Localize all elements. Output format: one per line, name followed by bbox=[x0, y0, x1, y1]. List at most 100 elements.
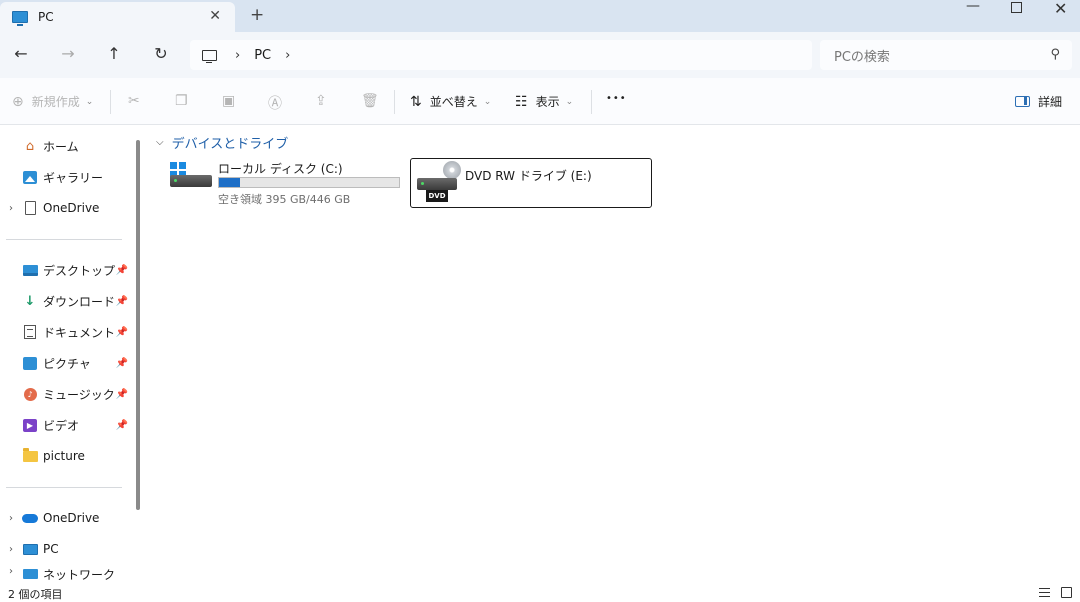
up-button[interactable]: ↑ bbox=[104, 44, 124, 63]
drive-e-tile[interactable]: DVD DVD RW ドライブ (E:) bbox=[410, 158, 652, 208]
view-label: 表示 bbox=[535, 95, 560, 109]
sidebar-item-label: デスクトップ bbox=[43, 263, 116, 278]
divider bbox=[6, 239, 122, 240]
details-pane-icon bbox=[1015, 96, 1030, 107]
chevron-down-icon: ⌄ bbox=[85, 96, 94, 107]
new-button[interactable]: ⊕ 新規作成 ⌄ bbox=[12, 93, 93, 110]
sort-button[interactable]: ⇅ 並べ替え ⌄ bbox=[410, 93, 491, 110]
refresh-button[interactable]: ↻ bbox=[151, 44, 171, 63]
close-tab-icon[interactable]: ✕ bbox=[209, 8, 221, 24]
drive-c-tile[interactable]: ローカル ディスク (C:) 空き領域 395 GB/446 GB bbox=[166, 158, 404, 208]
status-bar: 2 個の項目 bbox=[0, 583, 1080, 602]
view-icon: ☷ bbox=[515, 93, 528, 110]
sidebar-item-label: picture bbox=[43, 449, 85, 463]
cut-icon[interactable]: ✂ bbox=[128, 93, 140, 109]
sidebar-item-downloads[interactable]: ↓ ダウンロード 📌 bbox=[0, 289, 136, 313]
divider bbox=[394, 90, 395, 114]
onedrive-file-icon bbox=[24, 201, 36, 215]
chevron-right-icon[interactable]: › bbox=[0, 566, 22, 577]
sidebar-item-onedrive[interactable]: › OneDrive bbox=[0, 506, 136, 530]
sidebar-item-label: ギャラリー bbox=[43, 170, 104, 185]
network-icon bbox=[22, 569, 38, 579]
forward-button[interactable]: → bbox=[58, 44, 78, 63]
music-icon: ♪ bbox=[23, 387, 37, 401]
tab-pc[interactable]: PC ✕ bbox=[0, 2, 235, 32]
drive-name: DVD RW ドライブ (E:) bbox=[465, 169, 592, 183]
sidebar-item-home[interactable]: ⌂ ホーム bbox=[0, 134, 136, 158]
sidebar-item-onedrive-personal[interactable]: › OneDrive bbox=[0, 196, 136, 220]
video-icon: ▶ bbox=[23, 418, 37, 432]
sidebar-item-gallery[interactable]: ギャラリー bbox=[0, 165, 136, 189]
back-button[interactable]: ← bbox=[11, 44, 31, 63]
minimize-button[interactable]: — bbox=[966, 0, 980, 14]
sidebar-item-videos[interactable]: ▶ ビデオ 📌 bbox=[0, 413, 136, 437]
sidebar-item-pictures[interactable]: ピクチャ 📌 bbox=[0, 351, 136, 375]
monitor-icon bbox=[202, 49, 217, 63]
view-button[interactable]: ☷ 表示 ⌄ bbox=[515, 93, 573, 110]
plus-circle-icon: ⊕ bbox=[12, 93, 24, 110]
file-list-area: ⌵ デバイスとドライブ ローカル ディスク (C:) 空き領域 395 GB/4… bbox=[146, 125, 1080, 583]
new-label: 新規作成 bbox=[31, 95, 80, 109]
breadcrumb-chevron-icon[interactable]: › bbox=[285, 48, 290, 63]
drive-usage-bar bbox=[218, 177, 400, 188]
sort-icon: ⇅ bbox=[410, 93, 422, 110]
chevron-down-icon: ⌵ bbox=[156, 137, 164, 148]
pc-icon bbox=[12, 11, 28, 26]
download-icon: ↓ bbox=[24, 293, 36, 309]
dvd-badge: DVD bbox=[426, 190, 448, 202]
navigation-bar: ← → ↑ ↻ › PC › PCの検索 ⚲ bbox=[0, 32, 1080, 78]
paste-icon[interactable]: ▣ bbox=[222, 93, 235, 109]
sidebar-item-label: ドキュメント bbox=[43, 325, 116, 340]
document-icon bbox=[24, 325, 36, 339]
close-window-button[interactable]: ✕ bbox=[1054, 0, 1067, 18]
details-view-icon[interactable] bbox=[1039, 588, 1050, 597]
group-header-devices[interactable]: ⌵ デバイスとドライブ bbox=[156, 133, 288, 152]
home-icon: ⌂ bbox=[25, 138, 35, 154]
delete-icon[interactable]: 🗑 bbox=[361, 93, 379, 109]
sidebar-item-label: PC bbox=[43, 542, 59, 556]
address-bar[interactable]: › PC › bbox=[190, 40, 812, 70]
pin-icon: 📌 bbox=[115, 357, 128, 369]
sidebar-item-label: ネットワーク bbox=[43, 568, 116, 582]
chevron-right-icon[interactable]: › bbox=[0, 513, 22, 524]
sidebar-scrollbar[interactable] bbox=[136, 140, 140, 510]
tiles-view-icon[interactable] bbox=[1061, 587, 1072, 598]
pin-icon: 📌 bbox=[115, 326, 128, 338]
sidebar-item-label: ピクチャ bbox=[43, 356, 91, 371]
pin-icon: 📌 bbox=[115, 419, 128, 431]
chevron-right-icon[interactable]: › bbox=[0, 544, 22, 555]
search-placeholder: PCの検索 bbox=[834, 49, 890, 65]
maximize-button[interactable] bbox=[1011, 2, 1022, 13]
breadcrumb-pc[interactable]: PC bbox=[254, 48, 271, 63]
disc-icon bbox=[443, 161, 461, 179]
picture-icon bbox=[23, 356, 37, 370]
sidebar-item-pc[interactable]: › PC bbox=[0, 537, 136, 561]
group-title: デバイスとドライブ bbox=[171, 137, 289, 152]
pin-icon: 📌 bbox=[115, 388, 128, 400]
chevron-down-icon: ⌄ bbox=[565, 96, 574, 107]
new-tab-button[interactable]: + bbox=[250, 5, 264, 25]
pc-icon bbox=[22, 543, 38, 555]
sidebar-item-label: ミュージック bbox=[43, 387, 115, 402]
share-icon[interactable]: ⇪ bbox=[315, 93, 327, 109]
chevron-down-icon: ⌄ bbox=[483, 96, 492, 107]
sidebar-item-desktop[interactable]: デスクトップ 📌 bbox=[0, 258, 136, 282]
sidebar-item-label: OneDrive bbox=[43, 511, 100, 525]
details-pane-button[interactable]: 詳細 bbox=[1015, 93, 1062, 110]
sidebar-item-music[interactable]: ♪ ミュージック 📌 bbox=[0, 382, 136, 406]
sidebar-item-documents[interactable]: ドキュメント 📌 bbox=[0, 320, 136, 344]
sort-label: 並べ替え bbox=[429, 95, 478, 109]
copy-icon[interactable]: ❐ bbox=[175, 93, 188, 109]
rename-icon[interactable]: Ⓐ bbox=[268, 93, 282, 113]
search-input[interactable]: PCの検索 ⚲ bbox=[820, 40, 1072, 70]
chevron-right-icon[interactable]: › bbox=[0, 203, 22, 214]
sidebar-item-network[interactable]: › ネットワーク bbox=[0, 566, 136, 583]
sidebar-item-label: ホーム bbox=[43, 139, 79, 154]
details-label: 詳細 bbox=[1038, 95, 1063, 109]
divider bbox=[110, 90, 111, 114]
more-options-button[interactable]: ••• bbox=[606, 93, 627, 104]
sidebar-item-picture-folder[interactable]: picture bbox=[0, 444, 136, 468]
gallery-icon bbox=[23, 170, 37, 184]
navigation-pane: ⌂ ホーム ギャラリー › OneDrive デスクトップ 📌 ↓ ダウンロード… bbox=[0, 125, 146, 583]
drive-free-space: 空き領域 395 GB/446 GB bbox=[218, 193, 351, 206]
